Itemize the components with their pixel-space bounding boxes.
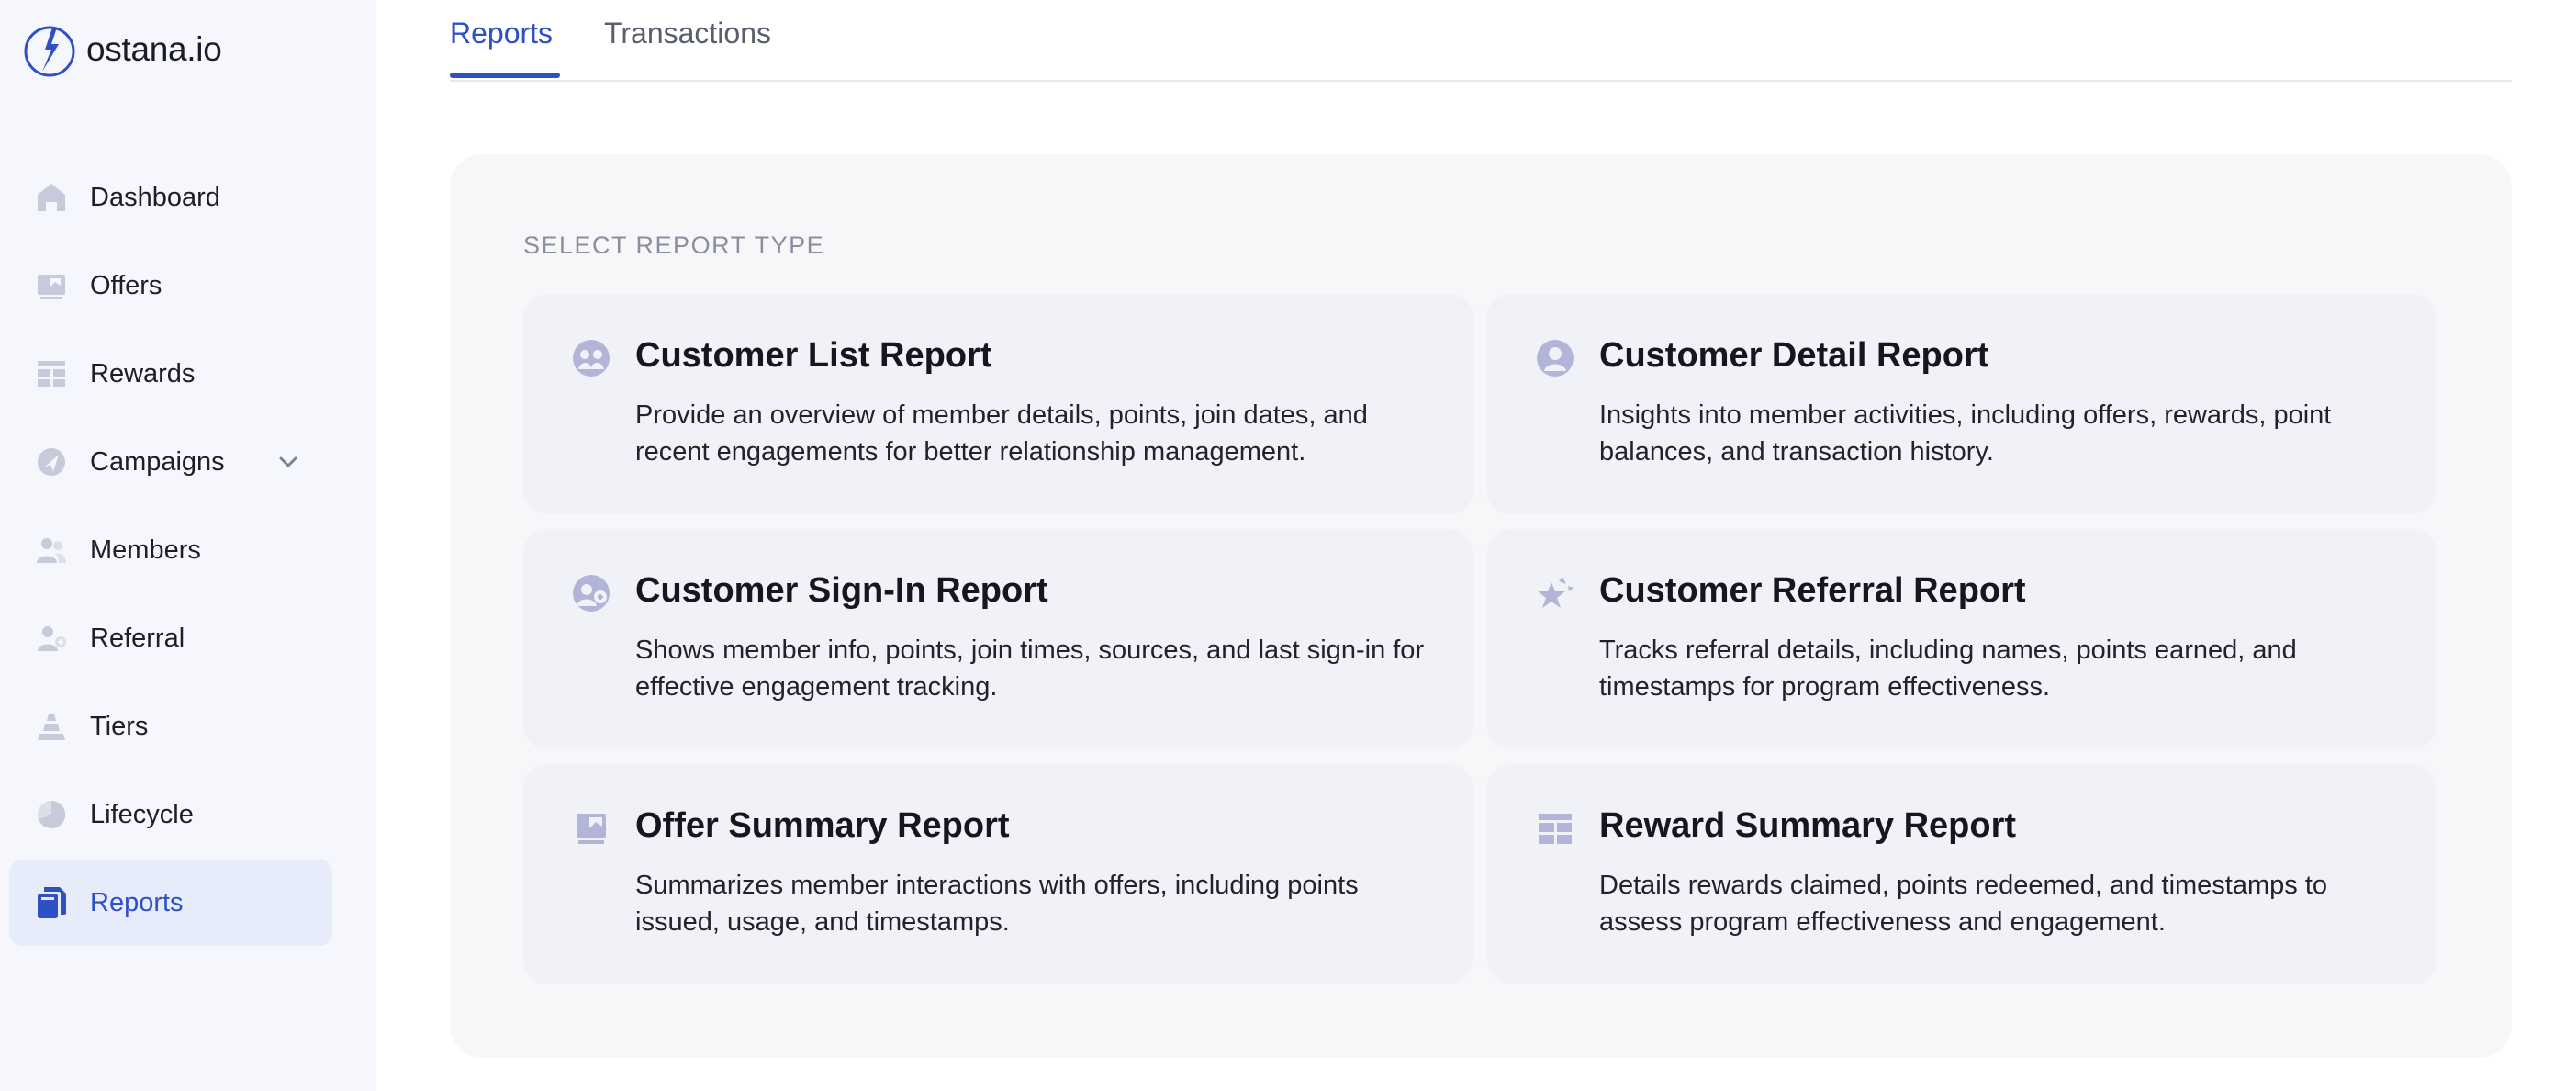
card-description: Summarizes member interactions with offe…	[635, 871, 1359, 937]
home-icon	[33, 179, 70, 216]
section-label: SELECT REPORT TYPE	[523, 231, 825, 259]
campaigns-icon	[33, 444, 70, 480]
sidebar-item-tiers[interactable]: Tiers	[9, 683, 332, 770]
sidebar-item-referral[interactable]: Referral	[9, 595, 332, 681]
sidebar-item-label: Campaigns	[90, 446, 225, 477]
sidebar-item-dashboard[interactable]: Dashboard	[9, 154, 332, 241]
reward-summary-icon	[1539, 814, 1572, 844]
sidebar-item-label: Offers	[90, 270, 162, 300]
report-tabs: Reports Transactions	[450, 0, 2512, 82]
members-icon	[33, 532, 70, 568]
sidebar-item-offers[interactable]: Offers	[9, 242, 332, 329]
ostana-logo-icon	[24, 26, 75, 77]
customer-detail-icon	[1537, 340, 1574, 377]
sidebar-item-label: Referral	[90, 623, 185, 653]
card-title: Customer Sign-In Report	[635, 571, 1048, 610]
offer-icon	[33, 267, 70, 304]
sidebar-item-label: Rewards	[90, 358, 196, 388]
tab-transactions[interactable]: Transactions	[604, 17, 771, 51]
card-title: Offer Summary Report	[635, 806, 1010, 845]
card-title: Reward Summary Report	[1599, 806, 2017, 845]
offer-summary-icon	[577, 814, 606, 844]
sidebar: ostana.io Dashboard Offers Rewards Campa…	[0, 0, 376, 1091]
sidebar-item-label: Reports	[90, 887, 184, 917]
card-title: Customer List Report	[635, 336, 992, 375]
brand-logo[interactable]: ostana.io	[22, 22, 222, 77]
referral-icon	[33, 620, 70, 657]
customer-detail-report-card[interactable]: Customer Detail Report Insights into mem…	[1487, 294, 2436, 514]
card-description: Shows member info, points, join times, s…	[635, 635, 1425, 702]
sidebar-item-lifecycle[interactable]: Lifecycle	[9, 771, 332, 858]
customer-signin-report-card[interactable]: Customer Sign-In Report Shows member inf…	[523, 529, 1473, 749]
customer-referral-icon	[1538, 577, 1574, 608]
customer-signin-icon	[573, 575, 610, 612]
sidebar-item-campaigns[interactable]: Campaigns	[9, 419, 332, 505]
active-tab-indicator	[450, 73, 560, 78]
sidebar-item-label: Dashboard	[90, 182, 220, 212]
sidebar-item-rewards[interactable]: Rewards	[9, 331, 332, 417]
chevron-down-icon[interactable]	[275, 449, 301, 475]
card-title: Customer Referral Report	[1599, 571, 2026, 610]
tiers-icon	[33, 708, 70, 745]
rewards-icon	[33, 355, 70, 392]
sidebar-item-label: Lifecycle	[90, 799, 194, 829]
sidebar-item-label: Members	[90, 534, 201, 565]
report-type-panel: SELECT REPORT TYPE Customer List Report …	[450, 154, 2512, 1058]
lifecycle-icon	[33, 796, 70, 833]
card-description: Insights into member activities, includi…	[1599, 400, 2332, 467]
sidebar-item-label: Tiers	[90, 711, 149, 741]
offer-summary-report-card[interactable]: Offer Summary Report Summarizes member i…	[523, 764, 1473, 984]
card-description: Tracks referral details, including names…	[1599, 635, 2297, 702]
card-description: Provide an overview of member details, p…	[635, 400, 1368, 467]
reward-summary-report-card[interactable]: Reward Summary Report Details rewards cl…	[1487, 764, 2436, 984]
customer-referral-report-card[interactable]: Customer Referral Report Tracks referral…	[1487, 529, 2436, 749]
card-description: Details rewards claimed, points redeemed…	[1599, 871, 2328, 937]
sidebar-nav: Dashboard Offers Rewards Campaigns Membe…	[9, 154, 332, 948]
sidebar-item-members[interactable]: Members	[9, 507, 332, 593]
brand-name: ostana.io	[86, 30, 222, 68]
card-title: Customer Detail Report	[1599, 336, 1989, 375]
customer-list-icon	[573, 340, 610, 377]
tab-reports[interactable]: Reports	[450, 17, 553, 51]
sidebar-item-reports[interactable]: Reports	[9, 860, 332, 946]
customer-list-report-card[interactable]: Customer List Report Provide an overview…	[523, 294, 1473, 514]
reports-icon	[33, 884, 70, 921]
